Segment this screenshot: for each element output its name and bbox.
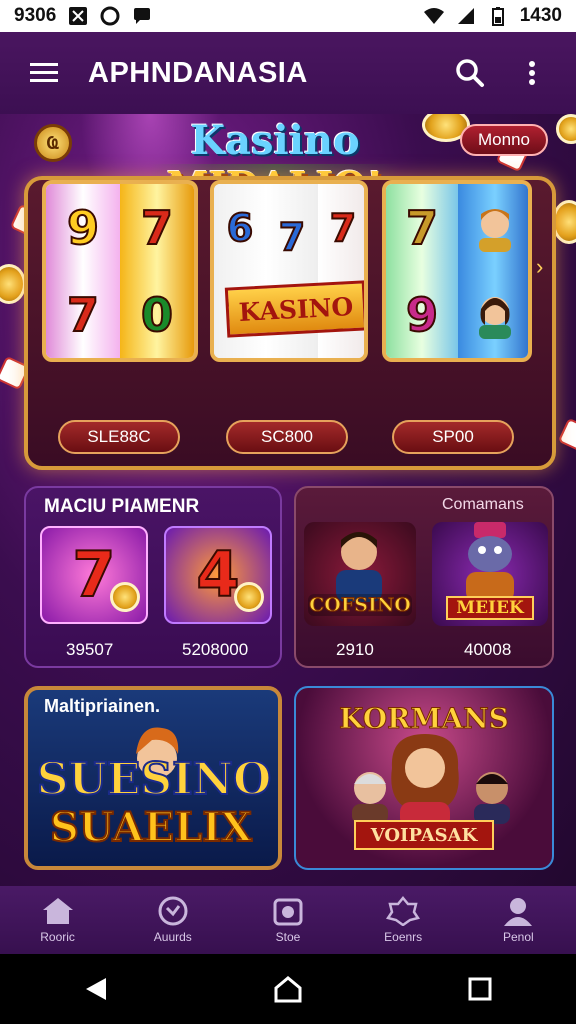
reel-symbol: 7 bbox=[405, 200, 439, 255]
home-button[interactable] bbox=[258, 964, 318, 1014]
menu-icon[interactable] bbox=[26, 55, 62, 91]
multiplier-value-1: 39507 bbox=[66, 640, 114, 659]
reel-3[interactable]: 7 9 bbox=[382, 180, 532, 362]
reel-symbol: 6 bbox=[226, 205, 254, 250]
wifi-icon bbox=[423, 8, 444, 24]
reel-2[interactable]: 6 7 7 7 7 KASINO bbox=[210, 180, 368, 362]
system-navigation-bar bbox=[0, 954, 576, 1024]
status-bar: 9306 1430 bbox=[0, 0, 576, 32]
super-sino-line-1: SUESINO bbox=[36, 753, 273, 806]
sync-notification-icon bbox=[100, 6, 120, 26]
reel-3-button[interactable]: SP00 bbox=[392, 420, 514, 454]
app-bar: APHNDANASIA bbox=[0, 32, 576, 114]
nav-profile-label: Penol bbox=[502, 930, 534, 944]
nav-awards[interactable]: Auurds bbox=[123, 896, 223, 944]
main-content[interactable]: Kasiino MIDALIO! 9 7 7 0 6 7 7 bbox=[0, 114, 576, 886]
super-sino-line-2: SUAELIX bbox=[49, 803, 253, 852]
machine-badge-icon: Ҩ bbox=[34, 124, 72, 162]
kasino-ribbon: KASINO bbox=[224, 280, 364, 338]
signal-icon bbox=[457, 8, 474, 24]
dice-icon bbox=[557, 417, 576, 453]
character-portrait-icon bbox=[479, 296, 511, 339]
reel-symbol: 0 bbox=[140, 287, 174, 342]
nav-profile[interactable]: Penol bbox=[468, 896, 568, 944]
companion-badge-1: COFSINO bbox=[308, 594, 412, 617]
character-portrait-icon bbox=[474, 772, 510, 824]
companion-tile-1[interactable]: COFSINO bbox=[304, 522, 416, 626]
kormans-ribbon: VOIPASAK bbox=[354, 820, 494, 850]
chevron-right-icon[interactable]: › bbox=[536, 254, 543, 280]
back-triangle-icon bbox=[86, 978, 106, 1000]
bottom-navigation: Rooric Auurds Stoe Eoenrs Penol bbox=[0, 886, 576, 954]
character-portrait-icon bbox=[352, 772, 388, 824]
coin-icon bbox=[234, 582, 264, 612]
companions-card[interactable]: Comamans COFSINO MEIEK 2910 40008 bbox=[294, 486, 554, 668]
app-title: APHNDANASIA bbox=[88, 56, 308, 89]
super-sino-card[interactable]: Maltipriainen. SUESINO SUAELIX bbox=[24, 686, 282, 870]
store-icon bbox=[273, 898, 303, 926]
awards-icon bbox=[158, 896, 188, 926]
reel-symbol: 9 bbox=[405, 287, 439, 342]
profile-icon bbox=[504, 898, 533, 926]
super-sino-card-title: Maltipriainen. bbox=[44, 696, 161, 716]
coin-chip-icon bbox=[0, 264, 26, 304]
app-notification-icon bbox=[69, 7, 88, 25]
coin-chip-icon bbox=[556, 114, 576, 144]
back-button[interactable] bbox=[66, 964, 126, 1014]
reel-2-button[interactable]: SC800 bbox=[226, 420, 348, 454]
status-time-left: 9306 bbox=[14, 5, 57, 26]
reel-1[interactable]: 9 7 7 0 bbox=[42, 180, 198, 362]
nav-awards-label: Auurds bbox=[153, 930, 192, 944]
recents-button[interactable] bbox=[450, 964, 510, 1014]
reel-symbol: 7 bbox=[278, 215, 306, 259]
mode-button[interactable]: Monno bbox=[460, 124, 548, 156]
companion-value-1: 2910 bbox=[336, 640, 374, 659]
companion-value-2: 40008 bbox=[464, 640, 512, 659]
multiplier-tile-1[interactable]: 7 bbox=[40, 526, 148, 624]
events-icon bbox=[386, 896, 421, 926]
coin-icon bbox=[110, 582, 140, 612]
nav-events-label: Eoenrs bbox=[384, 930, 423, 944]
companion-badge-2: MEIEK bbox=[446, 596, 534, 620]
reel-symbol: 7 bbox=[66, 287, 100, 342]
nav-events[interactable]: Eoenrs bbox=[353, 896, 453, 944]
multiplier-value-2: 5208000 bbox=[182, 640, 249, 659]
character-portrait-icon bbox=[391, 734, 459, 828]
nav-home[interactable]: Rooric bbox=[8, 896, 108, 944]
kormans-card[interactable]: KORMANS VOIPASAK bbox=[294, 686, 554, 870]
reel-symbol-seven: 7 bbox=[329, 205, 357, 250]
chat-notification-icon bbox=[134, 8, 151, 24]
companions-card-title: Comamans bbox=[442, 496, 524, 513]
nav-store[interactable]: Stoe bbox=[238, 896, 338, 944]
battery-icon bbox=[491, 7, 504, 26]
reel-symbol: 9 bbox=[66, 200, 100, 255]
nav-home-label: Rooric bbox=[40, 930, 75, 944]
multiplier-card[interactable]: MACIU PIAMENR 7 4 39507 5208000 bbox=[24, 486, 282, 668]
status-time-right: 1430 bbox=[519, 5, 562, 26]
character-portrait-icon bbox=[336, 532, 382, 602]
reel-1-button[interactable]: SLE88C bbox=[58, 420, 180, 454]
home-outline-icon bbox=[274, 976, 302, 1003]
search-icon[interactable] bbox=[452, 55, 488, 91]
multiplier-tile-2[interactable]: 4 bbox=[164, 526, 272, 624]
more-options-icon[interactable] bbox=[514, 55, 550, 91]
home-icon bbox=[42, 898, 73, 924]
character-portrait-icon bbox=[479, 208, 511, 252]
multiplier-card-title: MACIU PIAMENR bbox=[44, 496, 200, 517]
logo-line-1: Kasiino bbox=[190, 117, 360, 164]
companion-tile-2[interactable]: MEIEK bbox=[432, 522, 548, 626]
character-portrait-icon bbox=[466, 522, 514, 602]
nav-store-label: Stoe bbox=[275, 930, 301, 944]
reel-symbol: 7 bbox=[140, 200, 174, 255]
recents-square-icon bbox=[468, 977, 492, 1001]
